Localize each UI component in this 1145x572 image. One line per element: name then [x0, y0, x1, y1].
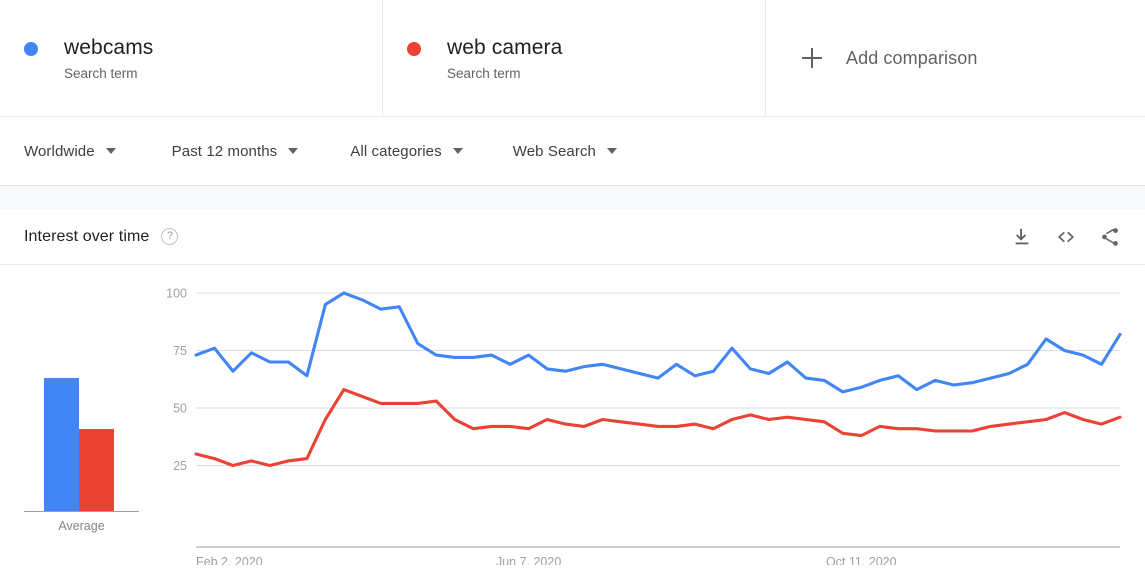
filter-category[interactable]: All categories [350, 143, 462, 160]
x-axis-tick-label: Jun 7, 2020 [496, 555, 561, 565]
interest-over-time-panel: Interest over time ? [0, 209, 1145, 565]
panel-header: Interest over time ? [0, 209, 1145, 265]
comparison-terms-row: webcams Search term web camera Search te… [0, 0, 1145, 117]
chevron-down-icon [607, 148, 617, 154]
series-line-webcams [196, 293, 1120, 392]
y-axis-tick-label: 50 [173, 402, 187, 416]
series-line-web-camera [196, 390, 1120, 466]
x-axis-tick-label: Feb 2, 2020 [196, 555, 263, 565]
average-bars [24, 317, 139, 512]
add-comparison-card[interactable]: Add comparison [766, 0, 1145, 116]
chart-svg: 25 50 75 100 Feb 2, 2020 Jun 7, 2020 Oct 11, 2… [160, 265, 1145, 565]
x-axis-tick-label: Oct 11, 2020 [826, 555, 897, 565]
filter-search-type[interactable]: Web Search [513, 143, 617, 160]
search-term-label-2: web camera [447, 34, 562, 62]
search-term-card-1[interactable]: webcams Search term [0, 0, 383, 116]
filter-location-label: Worldwide [24, 143, 95, 160]
panel-actions [1011, 226, 1121, 248]
section-divider [0, 185, 1145, 209]
legend-dot-red [407, 42, 421, 56]
average-bar-chart: Average [24, 317, 139, 533]
filter-time-range[interactable]: Past 12 months [172, 143, 299, 160]
legend-dot-blue [24, 42, 38, 56]
chevron-down-icon [453, 148, 463, 154]
average-label: Average [24, 519, 139, 533]
time-series-chart[interactable]: 25 50 75 100 Feb 2, 2020 Jun 7, 2020 Oct 11, 2… [160, 265, 1145, 565]
y-axis-tick-label: 75 [173, 344, 187, 358]
chevron-down-icon [106, 148, 116, 154]
search-term-type-2: Search term [447, 65, 562, 83]
filter-bar: Worldwide Past 12 months All categories … [0, 117, 1145, 185]
search-term-label-1: webcams [64, 34, 153, 62]
help-icon[interactable]: ? [161, 228, 178, 245]
plus-icon [800, 46, 824, 70]
filter-category-label: All categories [350, 143, 441, 160]
y-axis-tick-label: 25 [173, 459, 187, 473]
search-term-card-2[interactable]: web camera Search term [383, 0, 766, 116]
filter-search-type-label: Web Search [513, 143, 596, 160]
add-comparison-label: Add comparison [846, 48, 977, 69]
chart-body: Average 25 50 75 100 Feb 2, 2020 Jun 7, 2020 O… [0, 265, 1145, 565]
page-title: Interest over time [24, 228, 149, 246]
chevron-down-icon [288, 148, 298, 154]
filter-location[interactable]: Worldwide [24, 143, 116, 160]
average-bar-web-camera[interactable] [79, 429, 114, 511]
y-axis-tick-label: 100 [166, 287, 187, 301]
download-icon[interactable] [1011, 226, 1033, 248]
filter-time-range-label: Past 12 months [172, 143, 278, 160]
search-term-type-1: Search term [64, 65, 153, 83]
share-icon[interactable] [1099, 226, 1121, 248]
embed-code-icon[interactable] [1055, 226, 1077, 248]
average-bar-webcams[interactable] [44, 378, 79, 511]
